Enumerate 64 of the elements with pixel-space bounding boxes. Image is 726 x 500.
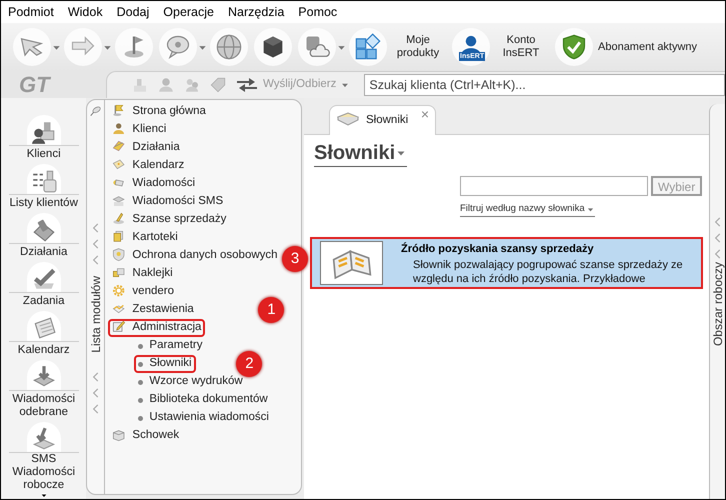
shield-icon (560, 33, 588, 61)
tree-item[interactable]: Działania (108, 139, 184, 157)
globe-icon (215, 33, 243, 61)
tree-item[interactable]: Szanse sprzedaży (108, 211, 230, 229)
nav-button[interactable]: Listy klientów (8, 165, 79, 210)
tree-item[interactable]: Schowek (108, 427, 184, 445)
tree-item[interactable]: Administracja (108, 319, 206, 337)
menu-item[interactable]: Widok (68, 2, 103, 22)
tree-item[interactable]: Strona główna (108, 103, 210, 121)
tree-item[interactable]: Ochrona danych osobowych (108, 247, 282, 265)
pin-icon (88, 104, 103, 118)
nav-button[interactable]: Kalendarz (8, 312, 79, 357)
card-title: Źródło pozyskania szansy sprzedaży (401, 241, 595, 257)
callout-badge: 1 (258, 297, 284, 323)
tab[interactable]: Słowniki × (329, 105, 436, 135)
toolbar-button[interactable]: Abonament aktywny (555, 28, 698, 66)
nav-button[interactable]: Działania (8, 214, 79, 259)
tag-icon (209, 76, 227, 94)
sms-arrow-icon (30, 426, 57, 452)
tree-item[interactable]: Zestawienia (108, 301, 198, 319)
nav-button[interactable]: Wiadomości odebrane (8, 361, 79, 419)
card-description: Słownik pozwalający pogrupować szanse sprzedaży ze względu na ich źródło pozyskania. Przykładowe (412, 258, 684, 286)
help-bubble-icon (164, 33, 192, 61)
callout-badge: 2 (236, 351, 262, 377)
tree-item[interactable]: Wiadomości (108, 175, 200, 193)
panel-label: Obszar roboczy (710, 262, 725, 346)
logo: GT (19, 71, 50, 99)
tree-item[interactable]: Kalendarz (108, 157, 188, 175)
nav-button[interactable]: Klienci (8, 116, 79, 161)
tiles-icon (354, 33, 382, 61)
tree-item[interactable]: Słowniki (134, 355, 196, 373)
bullet-icon (138, 362, 144, 366)
tree-item[interactable]: Kartoteki (108, 229, 182, 247)
people-icon (183, 76, 201, 94)
bullet-icon (138, 398, 144, 402)
filter-link[interactable]: Filtruj według nazwy słownika (460, 202, 595, 218)
menu-item[interactable]: Narzędzia (228, 2, 284, 22)
menu-item[interactable]: Podmiot (8, 2, 54, 22)
tree-item[interactable]: Parametry (134, 337, 206, 355)
search-field[interactable] (460, 176, 648, 196)
person-icon (157, 76, 175, 94)
tree-item[interactable]: Biblioteka dokumentów (134, 391, 272, 409)
toolbar-button[interactable] (115, 28, 153, 66)
page-title[interactable]: Słowniki (314, 141, 408, 167)
tree-item[interactable]: Naklejki (108, 265, 177, 283)
menu-item[interactable]: Operacje (163, 2, 214, 22)
search-field[interactable]: Szukaj klienta (Ctrl+Alt+K)... (364, 74, 725, 96)
tree-item[interactable]: Klienci (108, 121, 170, 139)
close-icon[interactable]: × (420, 106, 429, 122)
panel-label: Lista modułów (88, 276, 104, 353)
tree-item[interactable]: Wiadomości SMS (108, 193, 228, 211)
tree-item[interactable]: Ustawienia wiadomości (134, 409, 273, 427)
bullet-icon (138, 380, 144, 384)
toolbar-button[interactable]: Moje produkty (349, 28, 444, 66)
toolbar-button[interactable] (298, 28, 336, 66)
nav-button[interactable]: Zadania (8, 263, 79, 308)
bullet-icon (138, 416, 144, 420)
menu-item[interactable]: Pomoc (298, 2, 338, 22)
toolbar-button[interactable] (254, 28, 292, 66)
bullet-icon (138, 344, 144, 348)
menu-item[interactable]: Dodaj (116, 2, 150, 22)
list-icon (30, 168, 57, 194)
tree-item[interactable]: vendero (108, 283, 178, 301)
nav-button[interactable]: SMS Wiadomości robocze (8, 423, 79, 492)
